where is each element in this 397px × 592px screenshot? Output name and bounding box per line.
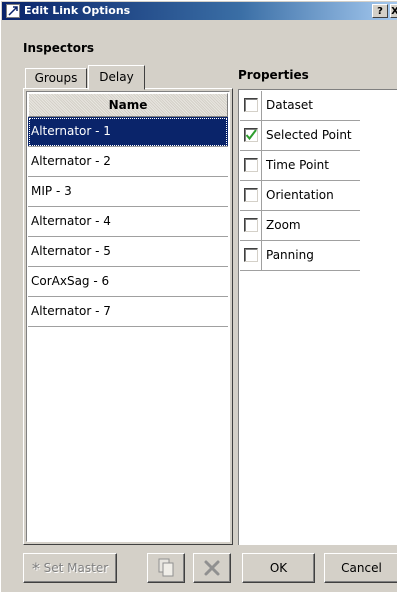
list-item[interactable]: MIP - 3 — [28, 177, 228, 207]
edit-link-options-dialog: Edit Link Options ? X Inspectors Propert… — [0, 0, 397, 592]
zoom-checkbox[interactable] — [244, 218, 258, 232]
set-master-label: Set Master — [43, 561, 109, 575]
list-item[interactable]: Alternator - 2 — [28, 147, 228, 177]
property-label: Zoom — [266, 218, 301, 232]
delete-icon — [204, 560, 220, 576]
property-check-cell — [240, 181, 262, 210]
property-row-selected-point: Selected Point — [240, 121, 360, 151]
property-check-cell — [240, 151, 262, 180]
inspectors-heading: Inspectors — [23, 41, 95, 55]
name-column-header[interactable]: Name — [28, 93, 228, 117]
property-check-cell — [240, 121, 262, 150]
inspectors-list[interactable]: Name Alternator - 1 Alternator - 2 MIP -… — [26, 91, 230, 542]
ok-button[interactable]: OK — [242, 553, 315, 583]
property-row-panning: Panning — [240, 241, 360, 271]
link-icon — [6, 4, 20, 18]
window-title: Edit Link Options — [24, 4, 131, 17]
close-button[interactable]: X — [390, 4, 397, 18]
list-item[interactable]: Alternator - 4 — [28, 207, 228, 237]
tab-groups-label: Groups — [34, 71, 78, 85]
tab-groups[interactable]: Groups — [25, 68, 87, 88]
property-row-orientation: Orientation — [240, 181, 360, 211]
asterisk-icon: * — [31, 559, 40, 578]
property-label: Panning — [266, 248, 314, 262]
dataset-checkbox[interactable] — [244, 98, 258, 112]
copy-icon — [158, 558, 174, 577]
list-item[interactable]: Alternator - 7 — [28, 297, 228, 327]
property-label: Dataset — [266, 98, 313, 112]
property-label: Time Point — [266, 158, 329, 172]
selected-point-checkbox[interactable] — [244, 128, 258, 142]
delete-button[interactable] — [193, 553, 231, 583]
title-bar[interactable]: Edit Link Options ? X — [2, 2, 397, 20]
copy-button[interactable] — [147, 553, 185, 583]
time-point-checkbox[interactable] — [244, 158, 258, 172]
list-item[interactable]: CorAxSag - 6 — [28, 267, 228, 297]
list-item[interactable]: Alternator - 5 — [28, 237, 228, 267]
property-label: Selected Point — [266, 128, 352, 142]
property-check-cell — [240, 211, 262, 240]
property-check-cell — [240, 91, 262, 120]
tab-delay-label: Delay — [99, 70, 134, 84]
panning-checkbox[interactable] — [244, 248, 258, 262]
property-row-time-point: Time Point — [240, 151, 360, 181]
properties-heading: Properties — [238, 68, 309, 82]
checkmark-icon — [245, 129, 257, 141]
cancel-button[interactable]: Cancel — [324, 553, 397, 583]
orientation-checkbox[interactable] — [244, 188, 258, 202]
property-row-zoom: Zoom — [240, 211, 360, 241]
help-button[interactable]: ? — [372, 4, 388, 18]
list-item[interactable]: Alternator - 1 — [28, 117, 228, 147]
property-check-cell — [240, 241, 262, 270]
tab-delay[interactable]: Delay — [88, 65, 145, 90]
property-label: Orientation — [266, 188, 334, 202]
property-row-dataset: Dataset — [240, 91, 360, 121]
properties-list: Dataset Selected Point Time Point Orient… — [238, 89, 397, 545]
set-master-button[interactable]: * Set Master — [23, 553, 117, 583]
